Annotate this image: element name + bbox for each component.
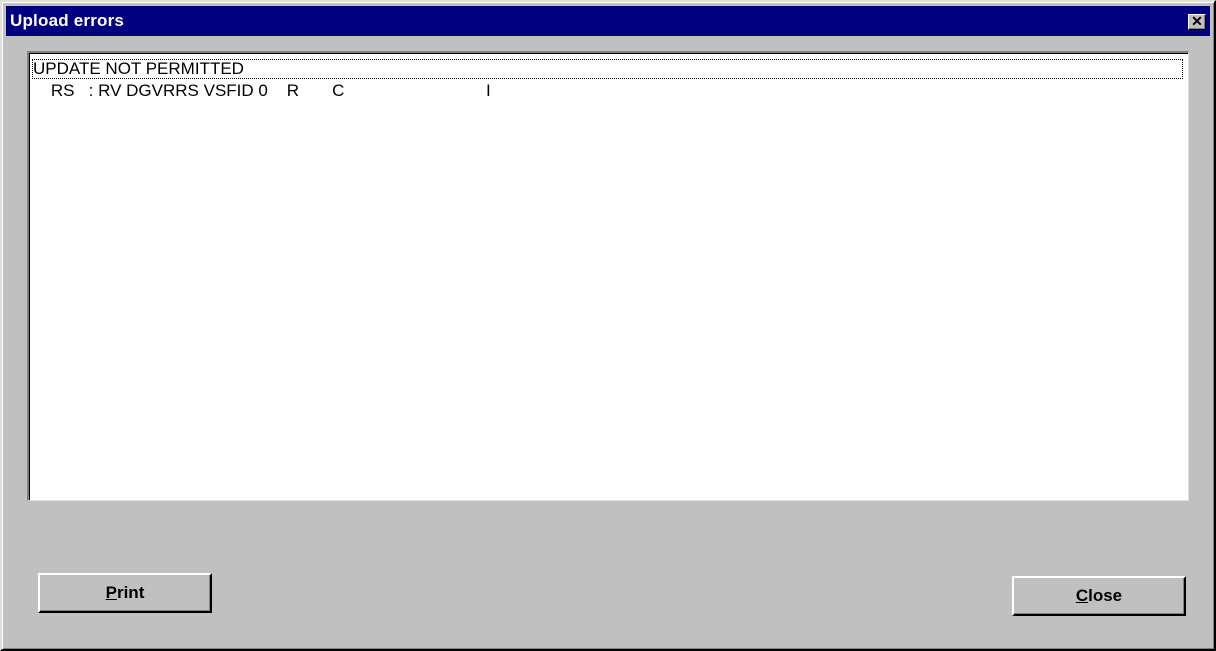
close-button[interactable]: Close <box>1012 576 1186 616</box>
close-mnemonic: C <box>1075 586 1089 605</box>
print-button[interactable]: Print <box>38 573 212 613</box>
upload-errors-dialog: Upload errors ✕ UPDATE NOT PERMITTED RS … <box>0 0 1216 651</box>
close-label: lose <box>1088 586 1123 605</box>
close-window-button[interactable]: ✕ <box>1188 14 1206 30</box>
list-item[interactable]: UPDATE NOT PERMITTED <box>32 59 1183 79</box>
title-bar[interactable]: Upload errors ✕ <box>6 6 1210 36</box>
print-label: rint <box>116 583 145 602</box>
close-icon: ✕ <box>1191 13 1203 29</box>
list-item[interactable]: RS : RV DGVRRS VSFID 0 R C I <box>32 81 491 101</box>
error-list[interactable]: UPDATE NOT PERMITTED RS : RV DGVRRS VSFI… <box>27 51 1189 501</box>
print-mnemonic: P <box>105 583 117 602</box>
window-title: Upload errors <box>10 11 125 30</box>
